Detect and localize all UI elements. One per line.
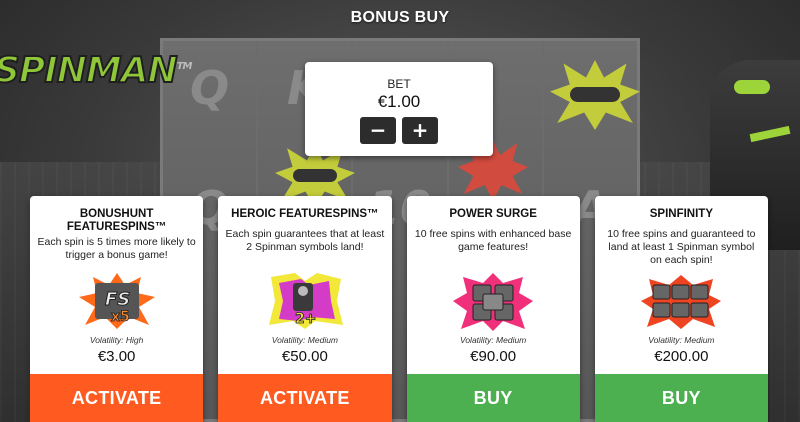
card-title: HEROIC FEATURESPINS™ [231, 208, 379, 220]
decrease-bet-button[interactable]: − [360, 117, 396, 144]
svg-text:x5: x5 [111, 309, 130, 325]
card-title: SPINFINITY [649, 208, 713, 220]
card-price: €3.00 [97, 348, 136, 365]
card-title: POWER SURGE [449, 208, 537, 220]
game-logo: SPINMANTM [0, 49, 193, 92]
card-price: €90.00 [470, 348, 517, 365]
game-logo-text: SPINMAN [0, 49, 179, 92]
card-description: 10 free spins with enhanced base game fe… [414, 228, 572, 253]
bet-controls: − + [305, 117, 493, 144]
svg-text:FS: FS [105, 289, 130, 310]
two-plus-spinman-icon: 2+ [268, 273, 343, 329]
card-title: BONUSHUNT FEATURESPINS™ [66, 208, 167, 233]
power-surge-icon [453, 273, 534, 331]
bet-label: BET [387, 77, 411, 91]
bonus-card-bonushunt: BONUSHUNT FEATURESPINS™ Each spin is 5 t… [30, 196, 204, 422]
page-title: BONUS BUY [350, 9, 450, 26]
card-volatility: Volatility: Medium [459, 335, 527, 345]
spinfinity-icon [641, 275, 722, 329]
game-logo-tm: TM [176, 61, 193, 72]
card-price: €50.00 [281, 348, 328, 365]
fs-x5-icon: FS x5 [78, 273, 155, 329]
buy-button[interactable]: BUY [594, 374, 768, 422]
hero-stripe [749, 125, 791, 143]
bonus-cards: BONUSHUNT FEATURESPINS™ Each spin is 5 t… [30, 196, 768, 422]
card-price: €200.00 [654, 348, 709, 365]
buy-button[interactable]: BUY [406, 374, 580, 422]
activate-button[interactable]: ACTIVATE [30, 374, 204, 422]
activate-button[interactable]: ACTIVATE [218, 374, 392, 422]
card-volatility: Volatility: Medium [271, 335, 339, 345]
svg-text:2+: 2+ [295, 311, 316, 327]
card-volatility: Volatility: Medium [648, 335, 715, 345]
increase-bet-button[interactable]: + [402, 117, 438, 144]
bet-value: €1.00 [377, 92, 421, 111]
bonus-card-heroic: HEROIC FEATURESPINS™ Each spin guarantee… [218, 196, 392, 422]
bet-panel: BET €1.00 − + [305, 62, 493, 156]
bonus-card-power-surge: POWER SURGE 10 free spins with enhanced … [406, 196, 580, 422]
card-description: Each spin is 5 times more likely to trig… [37, 236, 196, 261]
card-volatility: Volatility: High [89, 335, 144, 345]
bonus-card-spinfinity: SPINFINITY 10 free spins and guaranteed … [594, 196, 768, 422]
hero-mask-icon [734, 80, 770, 94]
card-description: 10 free spins and guaranteed to land at … [607, 228, 756, 266]
card-description: Each spin guarantees that at least 2 Spi… [225, 228, 385, 253]
